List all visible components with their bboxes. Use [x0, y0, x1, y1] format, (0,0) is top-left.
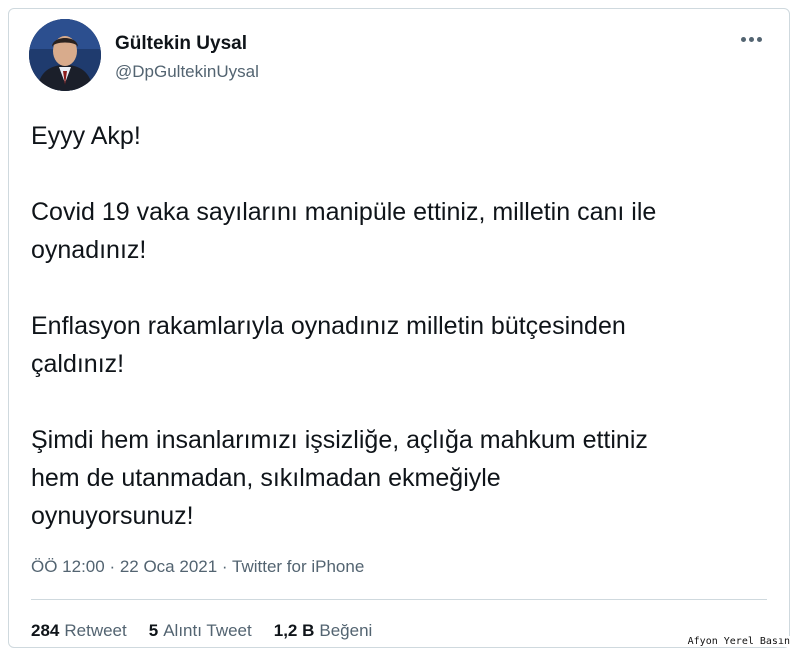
- tweet-date[interactable]: 22 Oca 2021: [120, 557, 217, 576]
- tweet-line: Eyyy Akp!: [31, 122, 141, 150]
- tweet-paragraph: Covid 19 vaka sayılarını manipüle ettini…: [31, 193, 771, 269]
- likes-count: 1,2 B: [273, 621, 315, 640]
- display-name[interactable]: Gültekin Uysal: [115, 33, 259, 55]
- tweet-line: çaldınız!: [31, 350, 125, 378]
- tweet-meta: ÖÖ 12:00 · 22 Oca 2021 · Twitter for iPh…: [31, 557, 364, 577]
- avatar[interactable]: [29, 19, 101, 91]
- tweet-line: oynuyorsunuz!: [31, 502, 194, 530]
- quotes-stat[interactable]: 5 Alıntı Tweet: [149, 621, 252, 641]
- tweet-text: Eyyy Akp! Covid 19 vaka sayılarını manip…: [31, 117, 771, 535]
- meta-separator: ·: [104, 557, 120, 576]
- author-names: Gültekin Uysal @DpGultekinUysal: [115, 33, 259, 83]
- watermark: Afyon Yerel Basın: [685, 636, 792, 647]
- tweet-paragraph: Şimdi hem insanlarımızı işsizliğe, açlığ…: [31, 421, 771, 535]
- tweet-header: Gültekin Uysal @DpGultekinUysal: [29, 19, 769, 91]
- tweet-line: Enflasyon rakamlarıyla oynadınız milleti…: [31, 312, 626, 340]
- tweet-source[interactable]: Twitter for iPhone: [232, 557, 364, 576]
- tweet-line: hem de utanmadan, sıkılmadan ekmeğiyle: [31, 464, 501, 492]
- quotes-label: Alıntı Tweet: [163, 621, 252, 640]
- tweet-line: Covid 19 vaka sayılarını manipüle ettini…: [31, 198, 657, 226]
- tweet-line: Şimdi hem insanlarımızı işsizliğe, açlığ…: [31, 426, 648, 454]
- meta-separator: ·: [217, 557, 232, 576]
- likes-label: Beğeni: [319, 621, 373, 640]
- tweet-paragraph: Enflasyon rakamlarıyla oynadınız milleti…: [31, 307, 771, 383]
- quotes-count: 5: [148, 621, 159, 640]
- more-horizontal-icon[interactable]: [741, 33, 767, 45]
- tweet-stats: 284 Retweet 5 Alıntı Tweet 1,2 B Beğeni: [31, 621, 372, 641]
- divider: [31, 599, 767, 600]
- likes-stat[interactable]: 1,2 B Beğeni: [274, 621, 373, 641]
- tweet-line: oynadınız!: [31, 236, 147, 264]
- tweet-card: Gültekin Uysal @DpGultekinUysal Eyyy Akp…: [8, 8, 790, 648]
- user-handle[interactable]: @DpGultekinUysal: [115, 61, 259, 83]
- retweets-label: Retweet: [64, 621, 127, 640]
- retweets-count: 284: [31, 621, 60, 640]
- tweet-paragraph: Eyyy Akp!: [31, 117, 771, 155]
- retweets-stat[interactable]: 284 Retweet: [31, 621, 127, 641]
- tweet-time[interactable]: ÖÖ 12:00: [31, 557, 105, 576]
